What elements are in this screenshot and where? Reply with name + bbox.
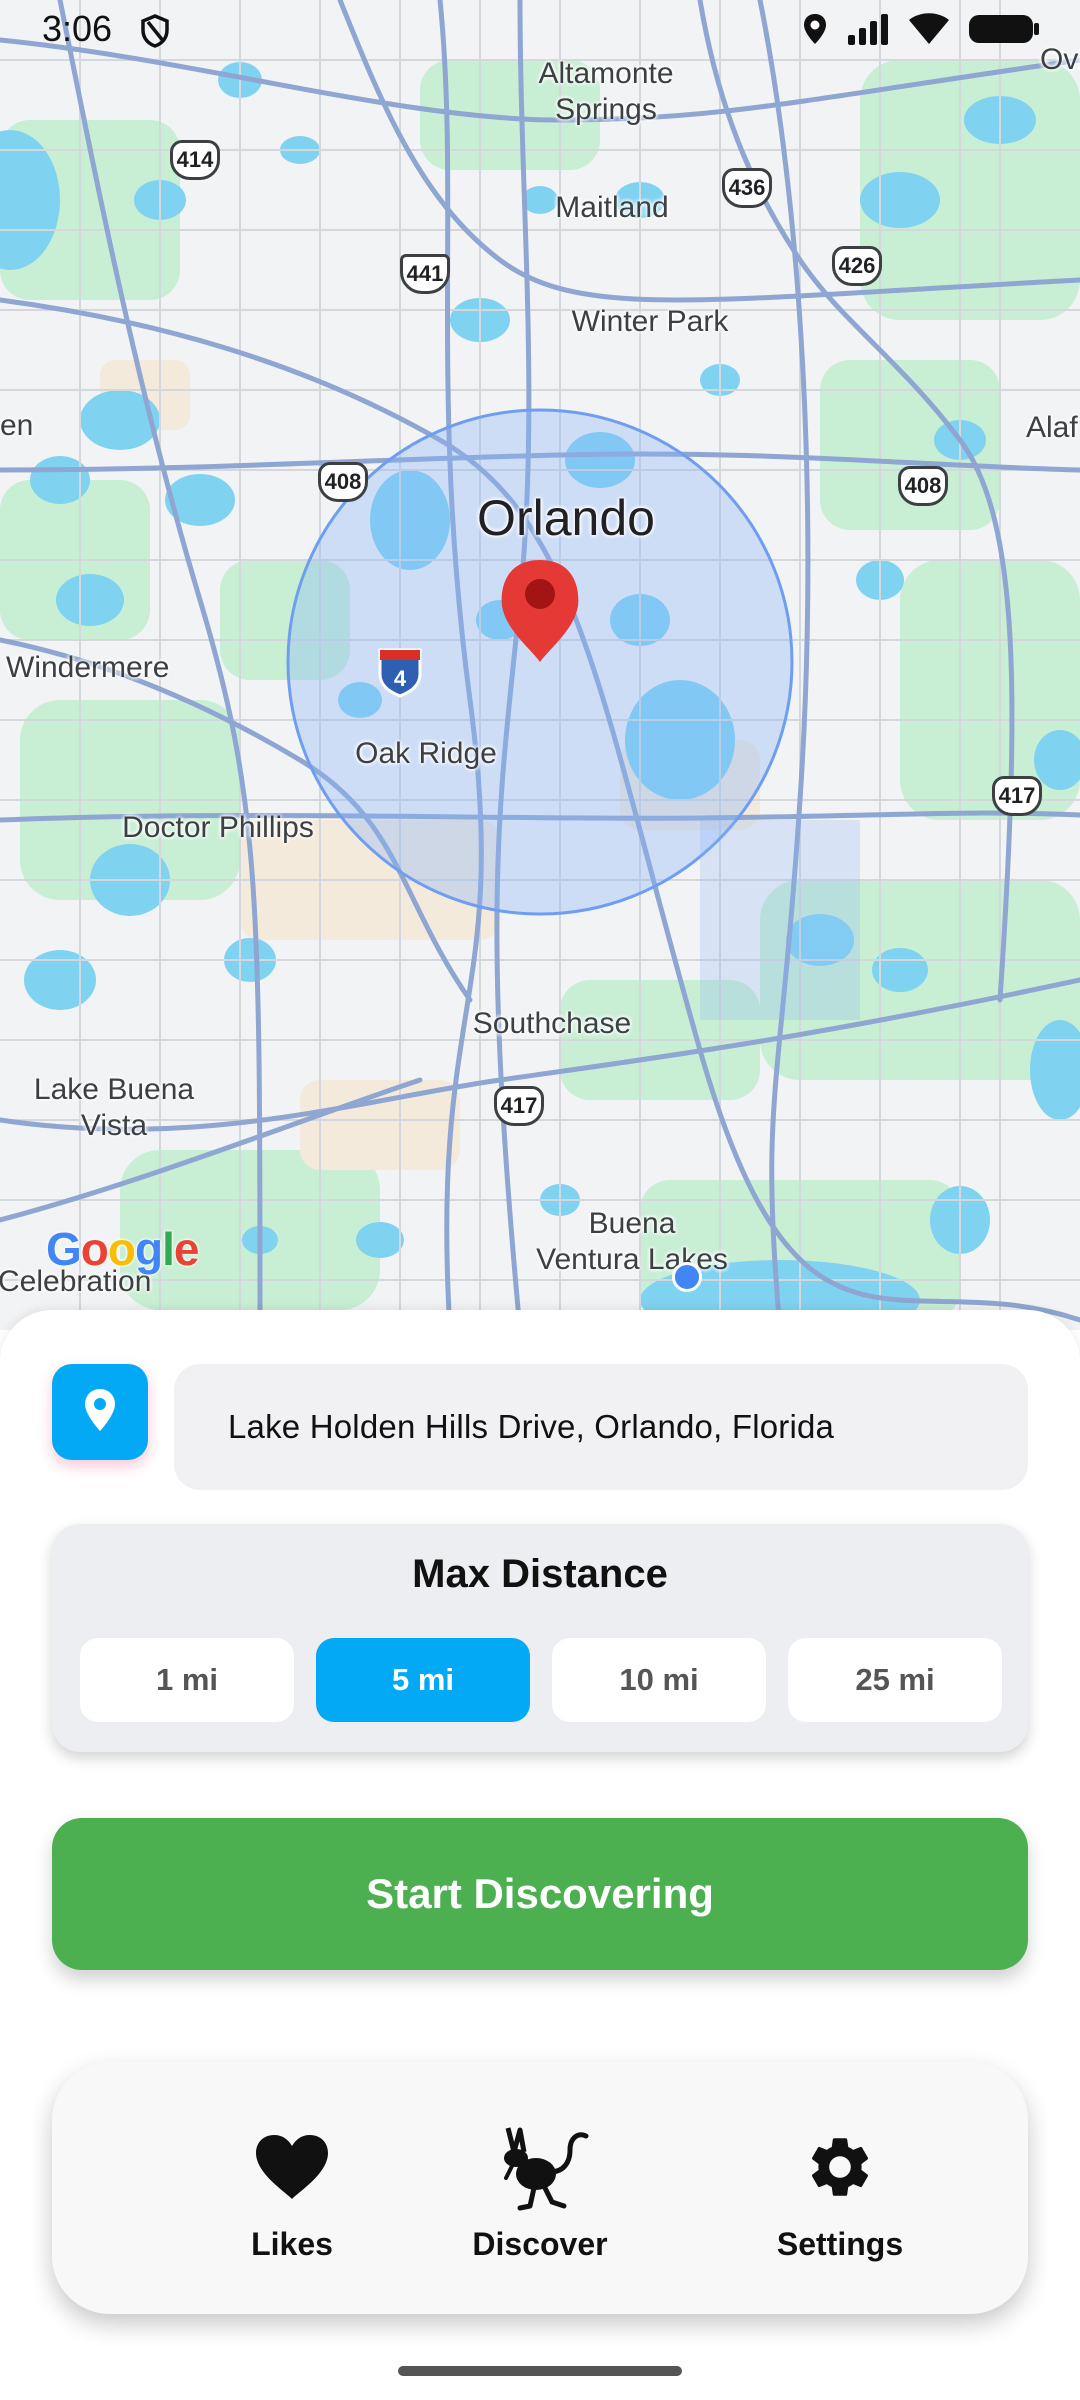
map-label-maitland: Maitland [555, 191, 669, 224]
status-icons [802, 12, 1040, 51]
nav-likes[interactable]: Likes [172, 2122, 412, 2263]
svg-text:4: 4 [394, 666, 407, 691]
distance-option-25-mi[interactable]: 25 mi [788, 1638, 1002, 1722]
distance-option-10-mi[interactable]: 10 mi [552, 1638, 766, 1722]
map-label-alaf: Alaf [1026, 411, 1078, 444]
shield-icon [140, 14, 170, 53]
nav-discover[interactable]: Discover [420, 2122, 660, 2263]
route-shield-441: 441 [400, 254, 450, 294]
map-label-winter-park: Winter Park [571, 305, 729, 338]
map-pin-icon [82, 1387, 118, 1438]
map-label-doctor-phillips: Doctor Phillips [122, 811, 314, 844]
route-shield-426: 426 [832, 246, 882, 286]
location-icon [802, 12, 828, 51]
route-shield-417-south: 417 [494, 1086, 544, 1126]
google-attribution-logo: Google [46, 1223, 199, 1275]
route-shield-436: 436 [722, 168, 772, 208]
wifi-icon [908, 12, 950, 51]
address-field[interactable]: Lake Holden Hills Drive, Orlando, Florid… [174, 1364, 1028, 1490]
nav-settings[interactable]: Settings [720, 2122, 960, 2263]
route-shield-408-west: 408 [318, 462, 368, 502]
signal-icon [846, 13, 890, 50]
bottom-navigation: Likes Discover Settings [52, 2062, 1028, 2314]
start-discovering-button[interactable]: Start Discovering [52, 1818, 1028, 1970]
current-location-dot [672, 1262, 702, 1292]
status-bar: 3:06 [0, 0, 1080, 60]
status-time: 3:06 [42, 8, 113, 49]
jerboa-icon [420, 2122, 660, 2212]
map-label-oak-ridge: Oak Ridge [355, 737, 497, 770]
map-label-windermere: Windermere [6, 651, 170, 684]
distance-option-1-mi[interactable]: 1 mi [80, 1638, 294, 1722]
route-shield-408-east: 408 [898, 466, 948, 506]
nav-settings-label: Settings [776, 2226, 904, 2262]
home-indicator[interactable] [398, 2366, 682, 2376]
map-label-en: en [0, 409, 34, 442]
location-button[interactable] [52, 1364, 148, 1460]
heart-icon [172, 2122, 412, 2212]
nav-discover-label: Discover [472, 2226, 608, 2262]
map-label-orlando: Orlando [477, 490, 655, 546]
map-label-southchase: Southchase [472, 1007, 632, 1040]
distance-option-5-mi[interactable]: 5 mi [316, 1638, 530, 1722]
interstate-4-shield: 4 [376, 646, 424, 698]
route-shield-414: 414 [170, 140, 220, 180]
nav-likes-label: Likes [251, 2226, 333, 2262]
app-screen: Altamonte Springs Maitland Winter Park O… [0, 0, 1080, 2400]
max-distance-title: Max Distance [412, 1552, 668, 1596]
map-label-altamonte-springs: Altamonte Springs [538, 57, 674, 126]
battery-icon [968, 12, 1040, 51]
route-shield-417-east: 417 [992, 776, 1042, 816]
map-view[interactable]: Altamonte Springs Maitland Winter Park O… [0, 0, 1080, 1330]
max-distance-card: Max Distance 1 mi 5 mi 10 mi 25 mi [52, 1524, 1028, 1752]
gear-icon [720, 2122, 960, 2212]
distance-options: 1 mi 5 mi 10 mi 25 mi [80, 1638, 1002, 1722]
map-label-lake-buena-vista: Lake Buena Vista [33, 1073, 195, 1142]
